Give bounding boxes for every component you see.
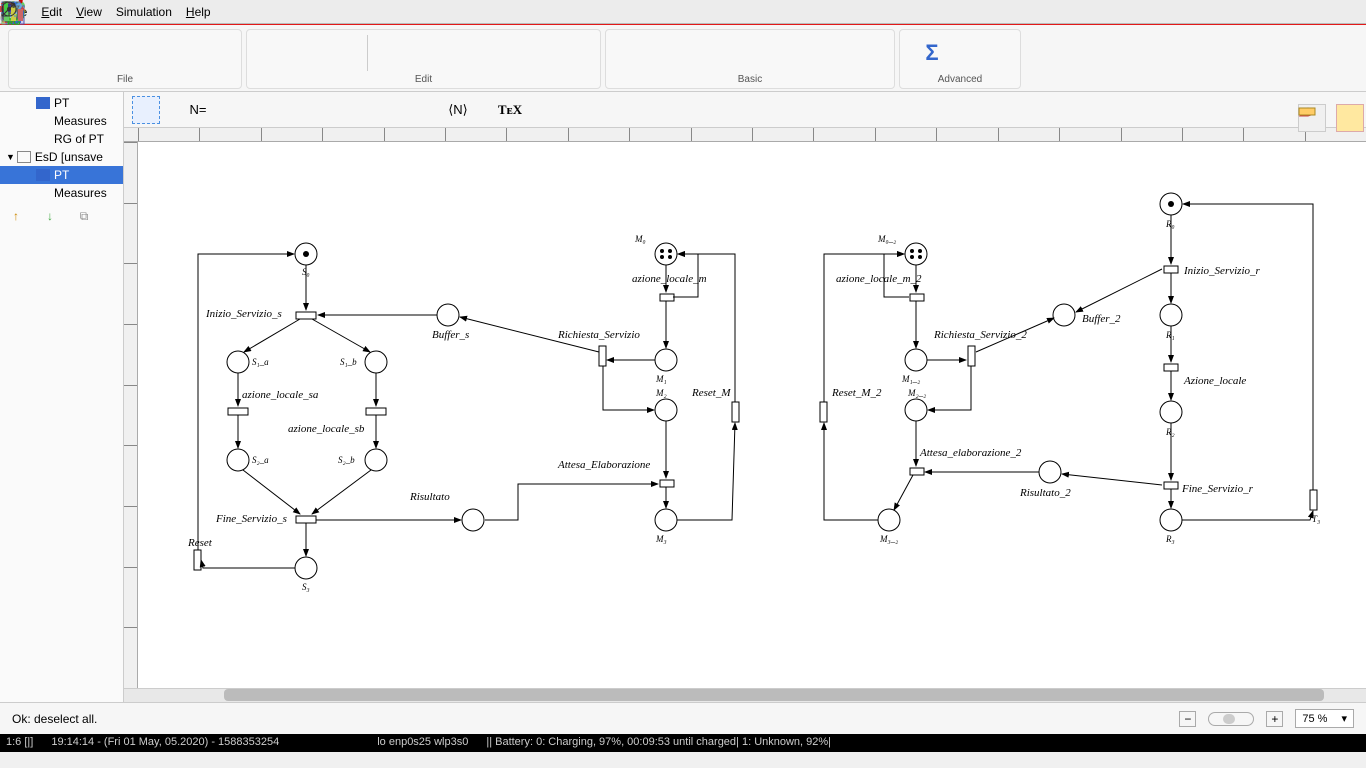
tool-angle[interactable]: ⟨N⟩ xyxy=(444,96,472,124)
menu-help[interactable]: Help xyxy=(186,5,211,19)
new-page-button[interactable]: + xyxy=(73,32,121,74)
tool-select[interactable] xyxy=(132,96,160,124)
project-tree: PT Measures RG of PT ▼EsD [unsave PT Mea… xyxy=(0,92,124,702)
svg-text:M₂: M₂ xyxy=(655,388,667,398)
svg-text:Reset_M_2: Reset_M_2 xyxy=(831,387,882,399)
svg-text:R₃: R₃ xyxy=(1165,534,1175,544)
zoom-in-button[interactable]: + xyxy=(1266,711,1283,727)
svg-text:M₁_₂: M₁_₂ xyxy=(901,374,920,384)
tool-rg-button[interactable]: RG xyxy=(838,32,886,74)
svg-text:T₃: T₃ xyxy=(1312,514,1320,524)
tool-chart-button[interactable]: + xyxy=(964,32,1012,74)
tool-place[interactable] xyxy=(236,96,264,124)
tool-arc[interactable] xyxy=(340,96,368,124)
svg-text:S₁_b: S₁_b xyxy=(340,357,357,367)
svg-text:Inizio_Servizio_r: Inizio_Servizio_r xyxy=(1183,265,1260,277)
svg-text:azione_locale_sa: azione_locale_sa xyxy=(242,389,319,401)
menu-edit[interactable]: Edit xyxy=(41,5,62,19)
svg-text:Attesa_elaborazione_2: Attesa_elaborazione_2 xyxy=(919,447,1022,459)
tree-measures[interactable]: Measures xyxy=(0,112,123,130)
tree-copy-button[interactable]: ⧉ xyxy=(76,208,92,224)
os-statusbar: 1:6 [|] 19:14:14 - (Fri 01 May, 05.2020)… xyxy=(0,734,1366,752)
undo-button[interactable] xyxy=(255,32,303,74)
svg-text:M₃: M₃ xyxy=(655,534,667,544)
open-button[interactable] xyxy=(129,32,177,74)
delete-button[interactable] xyxy=(544,32,592,74)
toolbar-label-advanced: Advanced xyxy=(938,74,982,86)
tree-rg[interactable]: RG of PT xyxy=(0,130,123,148)
petri-net-svg: S₀ Inizio_Servizio_s S₁_a S₁_b azione_lo… xyxy=(138,142,1366,688)
svg-text:Fine_Servizio_r: Fine_Servizio_r xyxy=(1181,483,1254,495)
run-button[interactable] xyxy=(614,32,662,74)
tool-token-button[interactable] xyxy=(670,32,718,74)
toolbar-label-basic: Basic xyxy=(738,74,762,86)
svg-text:azione_locale_m_2: azione_locale_m_2 xyxy=(836,273,922,285)
menu-simulation[interactable]: Simulation xyxy=(116,5,172,19)
tool-tabbar: N= ⟨N⟩ TᴇX xyxy=(124,92,1366,128)
svg-text:Attesa_Elaborazione: Attesa_Elaborazione xyxy=(557,459,650,471)
svg-text:M₀: M₀ xyxy=(634,234,646,244)
zoom-out-button[interactable]: − xyxy=(1179,711,1196,727)
svg-text:Azione_locale: Azione_locale xyxy=(1183,375,1246,387)
svg-text:Buffer_2: Buffer_2 xyxy=(1082,313,1121,325)
ruler-horizontal xyxy=(124,128,1366,142)
svg-text:S₃: S₃ xyxy=(302,582,310,592)
svg-text:Richiesta_Servizio_2: Richiesta_Servizio_2 xyxy=(933,329,1027,341)
tool-sigma-button[interactable]: Σ xyxy=(908,32,956,74)
copy-button[interactable] xyxy=(432,32,480,74)
svg-text:R₀: R₀ xyxy=(1165,219,1175,229)
svg-text:Fine_Servizio_s: Fine_Servizio_s xyxy=(215,513,287,525)
svg-text:azione_locale_sb: azione_locale_sb xyxy=(288,423,365,435)
redo-button[interactable] xyxy=(311,32,359,74)
svg-text:S₂_a: S₂_a xyxy=(252,455,269,465)
tool-measure-button[interactable] xyxy=(782,32,830,74)
svg-text:Inizio_Servizio_s: Inizio_Servizio_s xyxy=(205,308,282,320)
menubar: File Edit View Simulation Help xyxy=(0,0,1366,24)
tool-tex[interactable]: TᴇX xyxy=(496,96,524,124)
cut-button[interactable] xyxy=(376,32,424,74)
tool-unfold-button[interactable] xyxy=(726,32,774,74)
diagram-canvas[interactable]: S₀ Inizio_Servizio_s S₁_a S₁_b azione_lo… xyxy=(138,142,1366,688)
svg-text:Richiesta_Servizio: Richiesta_Servizio xyxy=(557,329,640,341)
toolbar-label-edit: Edit xyxy=(415,74,432,86)
tree-pt2[interactable]: PT xyxy=(0,166,123,184)
ruler-vertical xyxy=(124,142,138,688)
svg-text:Reset_M: Reset_M xyxy=(691,387,731,399)
menu-view[interactable]: View xyxy=(76,5,102,19)
svg-text:R₁: R₁ xyxy=(1165,330,1175,340)
statusbar: Ok: deselect all. − + 75 %▾ xyxy=(0,702,1366,734)
save-all-button[interactable] xyxy=(185,32,233,74)
tool-transition[interactable] xyxy=(288,96,316,124)
zoom-select[interactable]: 75 %▾ xyxy=(1295,709,1354,728)
svg-text:M₀_₂: M₀_₂ xyxy=(877,234,896,244)
ruler-tool[interactable] xyxy=(1336,104,1364,132)
tree-measures2[interactable]: Measures xyxy=(0,184,123,202)
svg-text:Buffer_s: Buffer_s xyxy=(432,329,469,341)
new-net-button[interactable]: + xyxy=(17,32,65,74)
svg-text:R₂: R₂ xyxy=(1165,427,1175,437)
svg-text:Risultato_2: Risultato_2 xyxy=(1019,487,1071,499)
paste-button[interactable] xyxy=(488,32,536,74)
tool-neq[interactable]: N= xyxy=(184,96,212,124)
svg-text:Risultato: Risultato xyxy=(409,491,450,503)
svg-text:M₃_₂: M₃_₂ xyxy=(879,534,898,544)
tool-inhibitor[interactable] xyxy=(392,96,420,124)
svg-text:S₂_b: S₂_b xyxy=(338,455,355,465)
svg-text:M₂_₂: M₂_₂ xyxy=(907,388,926,398)
toolbar-label-file: File xyxy=(117,74,133,86)
tree-esd[interactable]: ▼EsD [unsave xyxy=(0,148,123,166)
tree-up-button[interactable]: ↑ xyxy=(8,208,24,224)
zoom-slider[interactable] xyxy=(1208,712,1254,726)
svg-text:Reset: Reset xyxy=(187,537,213,549)
svg-text:S₁_a: S₁_a xyxy=(252,357,269,367)
status-text: Ok: deselect all. xyxy=(12,712,97,726)
svg-text:azione_locale_m: azione_locale_m xyxy=(632,273,707,285)
svg-text:M₁: M₁ xyxy=(655,374,667,384)
horizontal-scrollbar[interactable] xyxy=(124,688,1366,702)
tree-down-button[interactable]: ↓ xyxy=(42,208,58,224)
tree-pt[interactable]: PT xyxy=(0,94,123,112)
main-toolbar: + + File Edit RG Basic Σ xyxy=(0,24,1366,92)
